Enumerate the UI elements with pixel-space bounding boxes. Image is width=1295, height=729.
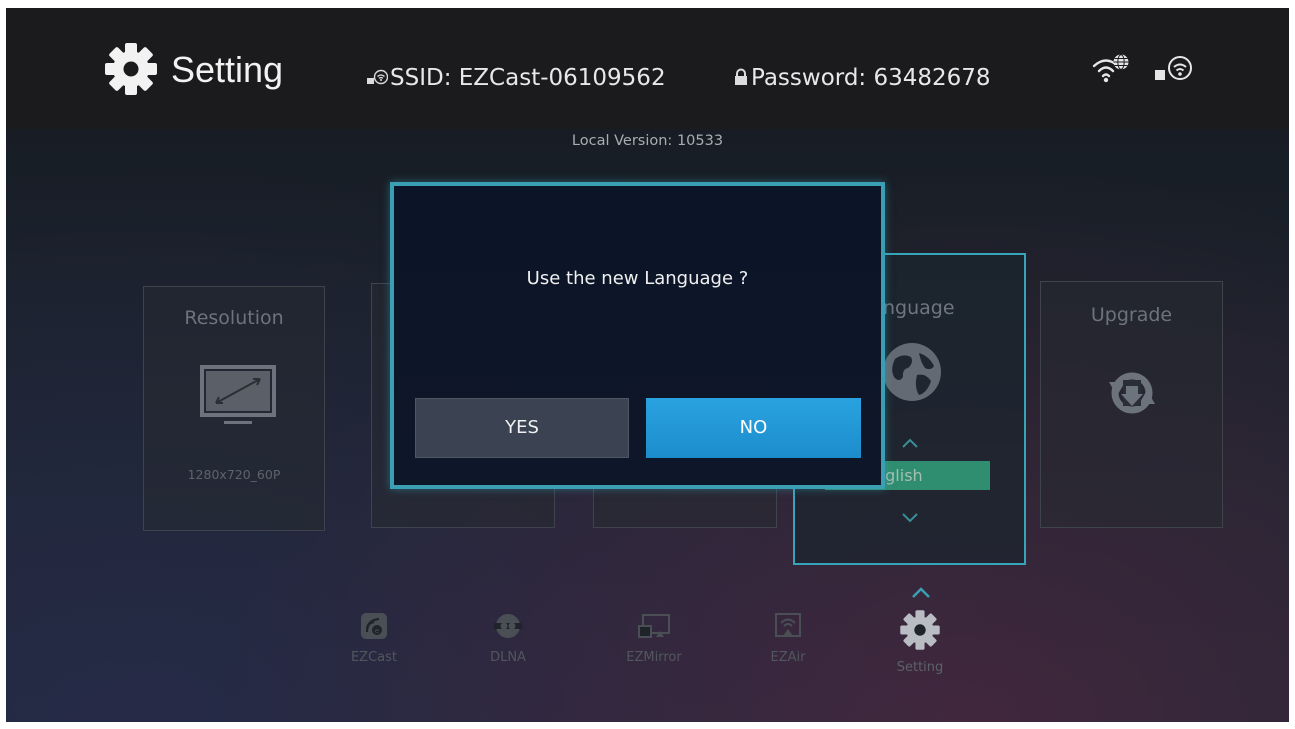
globe-icon [883,343,941,401]
chevron-up-icon[interactable] [900,437,920,449]
gear-icon [105,43,157,95]
nav-item-dlna[interactable]: DLNA [478,612,538,665]
dlna-icon [494,614,522,638]
dialog-question: Use the new Language ? [526,268,749,289]
ap-wifi-icon [1155,56,1192,80]
gear-icon [900,610,940,650]
local-version: Local Version: 10533 [6,129,1289,153]
nav-label-ezcast: EZCast [350,650,398,665]
ssid-info: SSID: EZCast-06109562 [390,63,666,93]
page-title: Setting [171,49,284,90]
ezcast-icon: e [361,613,387,639]
version-value: 10533 [676,133,724,149]
ssid-value: EZCast-06109562 [458,65,666,91]
monitor-icon [200,365,276,424]
language-title: nguage [883,297,955,319]
upgrade-title: Upgrade [1090,304,1173,326]
ssid-label: SSID: [390,65,452,91]
password-info: Password: 63482678 [751,63,991,93]
nav-item-ezmirror[interactable]: EZMirror [614,612,694,665]
ezmirror-icon [638,614,670,638]
svg-text:e: e [375,627,379,635]
upgrade-card[interactable]: Upgrade [1040,281,1223,528]
wifi-internet-icon [1092,54,1129,83]
no-button[interactable]: NO [646,398,861,458]
version-label: Local Version: [571,133,673,149]
upgrade-icon [1109,372,1155,414]
password-label: Password: [751,65,867,91]
nav-item-setting[interactable]: Setting [878,608,962,675]
chevron-down-icon[interactable] [900,511,920,523]
password-value: 63482678 [873,65,991,91]
chevron-up-icon [912,587,930,598]
yes-button[interactable]: YES [415,398,629,458]
nav-item-ezair[interactable]: EZAir [758,612,818,665]
ap-wifi-icon [367,69,388,85]
tv-screen: Setting SSID: EZCast-06109562 Password: … [6,8,1289,722]
nav-label-ezmirror: EZMirror [626,650,682,665]
nav-item-ezcast[interactable]: e EZCast [344,612,404,665]
ezair-icon [775,613,801,637]
nav-label-dlna: DLNA [490,650,526,665]
confirm-dialog: Use the new Language ? YES NO [390,182,885,489]
resolution-value: 1280x720_60P [187,467,281,482]
nav-label-ezair: EZAir [770,650,806,665]
lock-icon [735,68,747,85]
nav-label-setting: Setting [896,660,944,675]
resolution-card[interactable]: Resolution 1280x720_60P [143,286,325,531]
resolution-title: Resolution [184,307,284,329]
